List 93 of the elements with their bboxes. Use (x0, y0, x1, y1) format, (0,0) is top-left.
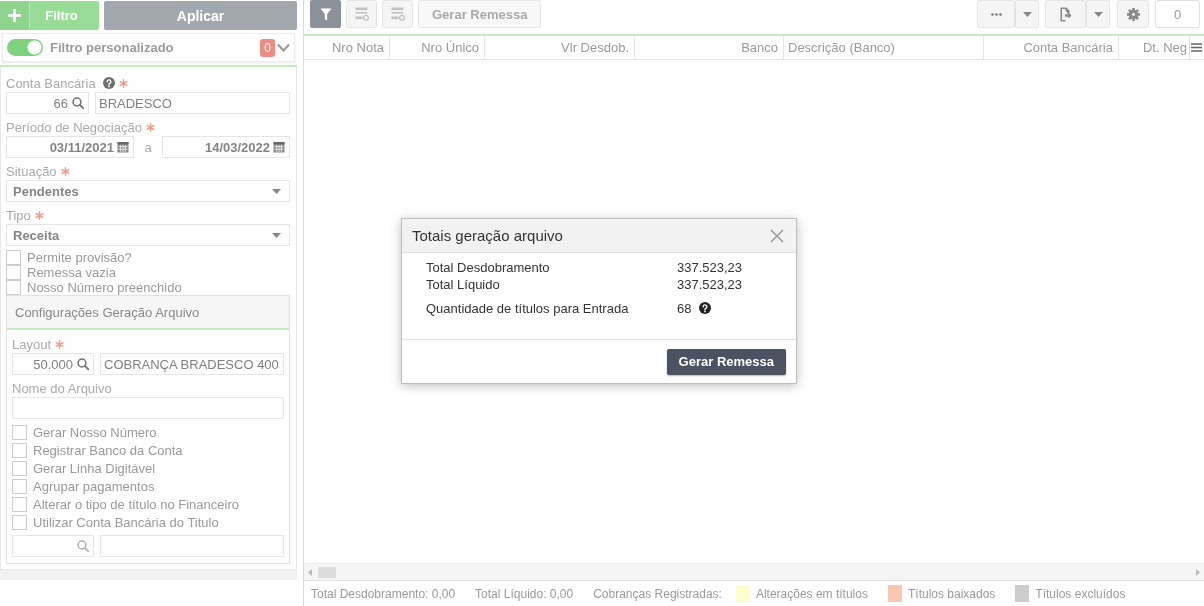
field-label: Nome do Arquivo (12, 380, 112, 396)
more-button[interactable] (977, 0, 1015, 28)
section-header: Configurações Geração Arquivo (7, 296, 289, 330)
checkbox[interactable] (12, 460, 27, 476)
scroll-thumb[interactable] (318, 566, 336, 578)
total-text: Total Desdobramento: 0,00 (311, 586, 456, 601)
checkbox[interactable] (6, 250, 21, 265)
record-counter: 0 (1155, 0, 1200, 28)
field-label: Período de Negociação (6, 119, 142, 135)
column-header[interactable]: Nro Único (390, 36, 485, 59)
add-filter-button[interactable]: Filtro (0, 1, 99, 30)
checkbox-label[interactable]: Remessa vazia (27, 265, 116, 280)
filter-icon (319, 7, 332, 21)
search-icon[interactable] (77, 540, 89, 552)
column-header[interactable]: Descrição (Banco) (784, 36, 984, 59)
scroll-left-icon[interactable] (308, 568, 312, 576)
checkbox[interactable] (12, 478, 27, 494)
select-field[interactable]: Pendentes (6, 180, 290, 202)
list-icon (354, 7, 369, 21)
range-separator: a (143, 139, 153, 155)
custom-filter-label: Filtro personalizado (50, 40, 174, 55)
filter-button[interactable] (310, 0, 341, 28)
checkbox[interactable] (6, 280, 21, 295)
column-header[interactable]: Nro Nota (304, 36, 390, 59)
caret-icon[interactable] (272, 188, 281, 194)
checkbox-label[interactable]: Alterar o tipo de título no Financeiro (33, 496, 239, 512)
settings-icon (1126, 7, 1140, 21)
checkbox-label[interactable]: Permite provisão? (27, 250, 132, 265)
list-icon (390, 7, 405, 21)
field-label: Situação (6, 163, 57, 179)
caret-icon[interactable] (1093, 11, 1103, 17)
toggle-switch[interactable] (7, 39, 43, 56)
select-field[interactable]: Receita (6, 224, 290, 246)
description-field[interactable] (100, 535, 284, 557)
close-icon[interactable] (770, 228, 784, 243)
column-header[interactable]: Dt. Neg (1119, 36, 1189, 59)
field-label: Layout (12, 336, 52, 352)
count-badge: 0 (260, 38, 275, 57)
checkbox[interactable] (12, 442, 27, 458)
checkbox[interactable] (12, 424, 27, 440)
settings-button[interactable] (1117, 0, 1149, 28)
caret-icon[interactable] (1022, 11, 1032, 17)
dropdown-button[interactable] (1015, 0, 1039, 28)
column-menu-icon[interactable] (1191, 43, 1202, 52)
summary-value: 337.523,23 (677, 260, 743, 275)
summary-label: Total Líquido (426, 277, 500, 292)
total-text: Total Líquido: 0,00 (475, 586, 574, 601)
help-icon[interactable] (699, 302, 712, 314)
generate-remittance-button[interactable]: Gerar Remessa (666, 348, 786, 375)
checkbox-label[interactable]: Nosso Número preenchido (27, 280, 182, 295)
field-label: Tipo (6, 207, 31, 223)
more-icon (990, 12, 1002, 16)
horizontal-scrollbar[interactable] (304, 563, 1204, 580)
caret-icon[interactable] (272, 232, 281, 238)
checkbox-label[interactable]: Agrupar pagamentos (33, 478, 155, 494)
field-label: Conta Bancária (6, 75, 96, 91)
chevron-icon[interactable] (277, 43, 290, 52)
checkbox-label[interactable]: Gerar Linha Digitável (33, 460, 156, 476)
search-icon[interactable] (77, 358, 89, 370)
input-field[interactable] (12, 397, 284, 419)
checkbox-label[interactable]: Utilizar Conta Bancária do Titulo (33, 514, 219, 530)
checkbox[interactable] (12, 514, 27, 530)
legend-title: Cobranças Registradas: (593, 586, 722, 601)
document-arrow-icon (1059, 6, 1072, 22)
code-field[interactable]: 50.000 (12, 353, 94, 375)
summary-value: 337.523,23 (677, 277, 743, 292)
calendar-icon[interactable] (117, 141, 129, 153)
apply-button[interactable]: Aplicar (104, 1, 297, 30)
calendar-icon[interactable] (273, 141, 285, 153)
date-field[interactable]: 14/03/2022 (162, 136, 290, 158)
date-field[interactable]: 03/11/2021 (6, 136, 134, 158)
description-field[interactable]: COBRANÇA BRADESCO 400 (100, 353, 284, 375)
scroll-right-icon[interactable] (1196, 568, 1200, 576)
checkbox-label[interactable]: Registrar Banco da Conta (33, 442, 183, 458)
column-header[interactable]: Banco (635, 36, 784, 59)
summary-value: 68 (677, 300, 692, 316)
description-field[interactable]: BRADESCO (95, 92, 290, 114)
legend-label: Títulos excluídos (1035, 586, 1126, 601)
legend-label: Títulos baixados (907, 586, 996, 601)
column-header[interactable]: Conta Bancária (984, 36, 1119, 59)
summary-label: Quantidade de títulos para Entrada (426, 300, 629, 316)
checkbox[interactable] (12, 496, 27, 512)
search-icon[interactable] (72, 97, 84, 109)
checkbox[interactable] (6, 265, 21, 280)
checkbox-label[interactable]: Gerar Nosso Número (33, 424, 157, 440)
export-button[interactable] (1045, 0, 1086, 28)
legend-label: Alterações em títulos (755, 586, 868, 601)
summary-label: Total Desdobramento (426, 260, 550, 275)
column-header[interactable]: Vlr Desdob. (485, 36, 635, 59)
code-field[interactable] (12, 535, 94, 557)
code-field[interactable]: 66 (6, 92, 89, 114)
dropdown-button[interactable] (1086, 0, 1110, 28)
dialog-title: Totais geração arquivo (412, 227, 564, 244)
